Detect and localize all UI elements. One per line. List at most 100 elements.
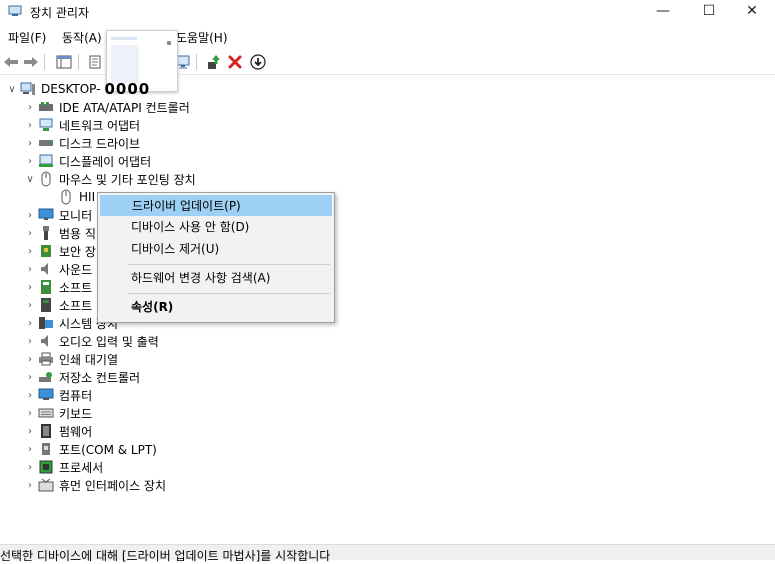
forward-button[interactable]: [22, 53, 40, 71]
tree-item-label: 디스크 드라이브: [59, 136, 141, 151]
back-button[interactable]: [2, 53, 20, 71]
tree-item-software-devices[interactable]: › 소프트: [22, 296, 92, 314]
red-x-icon: [228, 55, 242, 69]
properties-menu-item[interactable]: 속성(R): [100, 297, 332, 318]
title-bar: 장치 관리자 — ☐ ✕: [0, 0, 775, 24]
show-hide-console-tree-button[interactable]: [55, 53, 73, 71]
maximize-button[interactable]: ☐: [686, 0, 732, 24]
chevron-right-icon[interactable]: ›: [22, 242, 38, 260]
menu-help[interactable]: 도움말(H): [176, 29, 228, 46]
system-device-icon: [38, 315, 54, 331]
tree-item-label: 저장소 컨트롤러: [59, 370, 141, 385]
tree-root[interactable]: ∨ DESKTOP- 0000: [4, 80, 150, 98]
device-manager-icon: [8, 5, 22, 16]
chevron-right-icon[interactable]: ›: [22, 332, 38, 350]
tree-item-usb[interactable]: › 범용 직: [22, 224, 96, 242]
computer-icon: [20, 81, 36, 97]
tree-item-label: 마우스 및 기타 포인팅 장치: [59, 172, 196, 187]
tree-item-label: 사운드: [59, 262, 93, 277]
tree-item-display-adapters[interactable]: › 디스플레이 어댑터: [22, 152, 151, 170]
toolbar-separator: [44, 54, 45, 70]
computer-icon: [38, 387, 54, 403]
disk-drive-icon: [38, 135, 54, 151]
properties-sheet-icon: [89, 55, 101, 69]
chevron-right-icon[interactable]: ›: [22, 386, 38, 404]
usb-icon: [38, 225, 54, 241]
properties-toolbar-button[interactable]: [86, 53, 104, 71]
tree-item-ide-ata[interactable]: › IDE ATA/ATAPI 컨트롤러: [22, 98, 190, 116]
chevron-right-icon[interactable]: ›: [22, 206, 38, 224]
tree-item-label: 소프트: [59, 298, 93, 313]
menu-separator: [128, 264, 330, 265]
menu-file[interactable]: 파일(F): [8, 29, 46, 46]
tree-item-security-devices[interactable]: › 보안 장: [22, 242, 96, 260]
printer-icon: [38, 351, 54, 367]
update-driver-icon: [208, 55, 220, 69]
minimize-button[interactable]: —: [640, 0, 686, 24]
tree-item-network-adapters[interactable]: › 네트워크 어댑터: [22, 116, 140, 134]
uninstall-device-toolbar-button[interactable]: [226, 53, 244, 71]
update-driver-toolbar-button[interactable]: [204, 53, 222, 71]
tree-item-mice[interactable]: ∨ 마우스 및 기타 포인팅 장치: [22, 170, 196, 188]
tree-item-software-components[interactable]: › 소프트: [22, 278, 92, 296]
chevron-right-icon[interactable]: ›: [22, 224, 38, 242]
chevron-right-icon[interactable]: ›: [22, 404, 38, 422]
hid-icon: [38, 477, 54, 493]
chevron-right-icon[interactable]: ›: [22, 116, 38, 134]
scan-hardware-menu-item[interactable]: 하드웨어 변경 사항 검색(A): [100, 268, 332, 289]
tree-item-label: 모니터: [59, 208, 93, 223]
mouse-icon: [38, 171, 54, 187]
computer-name-suffix: 0000: [104, 80, 151, 98]
tree-item-label: 디스플레이 어댑터: [59, 154, 152, 169]
thumbnail-dot: [167, 41, 171, 45]
chevron-right-icon[interactable]: ›: [22, 314, 38, 332]
close-button[interactable]: ✕: [729, 0, 775, 24]
tree-item-label: 컴퓨터: [59, 388, 93, 403]
chevron-down-icon[interactable]: ∨: [4, 80, 20, 98]
tree-item-label: 휴먼 인터페이스 장치: [59, 478, 166, 493]
firmware-icon: [38, 423, 54, 439]
ide-controller-icon: [38, 99, 54, 115]
tree-item-computer[interactable]: › 컴퓨터: [22, 386, 92, 404]
tree-item-human-interface-devices[interactable]: › 휴먼 인터페이스 장치: [22, 476, 166, 494]
disable-device-menu-item[interactable]: 디바이스 사용 안 함(D): [100, 217, 332, 238]
tree-item-processors[interactable]: › 프로세서: [22, 458, 103, 476]
tree-item-audio-io[interactable]: › 오디오 입력 및 출력: [22, 332, 159, 350]
chevron-right-icon[interactable]: ›: [22, 440, 38, 458]
update-driver-menu-item[interactable]: 드라이버 업데이트(P): [100, 195, 332, 216]
tree-item-label: 프로세서: [59, 460, 104, 475]
mouse-icon: [58, 189, 74, 205]
chevron-right-icon[interactable]: ›: [22, 260, 38, 278]
tree-item-monitors[interactable]: › 모니터: [22, 206, 92, 224]
software-component-icon: [38, 279, 54, 295]
tree-item-firmware[interactable]: › 펌웨어: [22, 422, 92, 440]
chevron-right-icon[interactable]: ›: [22, 476, 38, 494]
chevron-right-icon[interactable]: ›: [22, 134, 38, 152]
tree-item-label: 범용 직: [59, 226, 96, 241]
window-title: 장치 관리자: [30, 6, 90, 20]
tree-item-keyboards[interactable]: › 키보드: [22, 404, 92, 422]
enable-device-toolbar-button[interactable]: [249, 53, 267, 71]
tree-item-print-queues[interactable]: › 인쇄 대기열: [22, 350, 118, 368]
tree-item-disk-drives[interactable]: › 디스크 드라이브: [22, 134, 140, 152]
processor-icon: [38, 459, 54, 475]
tree-item-ports[interactable]: › 포트(COM & LPT): [22, 440, 157, 458]
chevron-right-icon[interactable]: ›: [22, 368, 38, 386]
tree-item-sound[interactable]: › 사운드: [22, 260, 92, 278]
tree-item-storage-controllers[interactable]: › 저장소 컨트롤러: [22, 368, 140, 386]
network-adapter-icon: [38, 117, 54, 133]
tree-item-hid-mouse[interactable]: HII: [44, 188, 95, 206]
chevron-right-icon[interactable]: ›: [22, 422, 38, 440]
chevron-right-icon[interactable]: ›: [22, 350, 38, 368]
uninstall-device-menu-item[interactable]: 디바이스 제거(U): [100, 239, 332, 260]
chevron-right-icon[interactable]: ›: [22, 296, 38, 314]
chevron-right-icon[interactable]: ›: [22, 278, 38, 296]
tree-item-label: 키보드: [59, 406, 93, 421]
chevron-right-icon[interactable]: ›: [22, 152, 38, 170]
sound-icon: [38, 261, 54, 277]
toolbar-separator: [196, 54, 197, 70]
menu-action[interactable]: 동작(A): [62, 29, 102, 46]
chevron-right-icon[interactable]: ›: [22, 458, 38, 476]
chevron-right-icon[interactable]: ›: [22, 98, 38, 116]
chevron-down-icon[interactable]: ∨: [22, 170, 38, 188]
